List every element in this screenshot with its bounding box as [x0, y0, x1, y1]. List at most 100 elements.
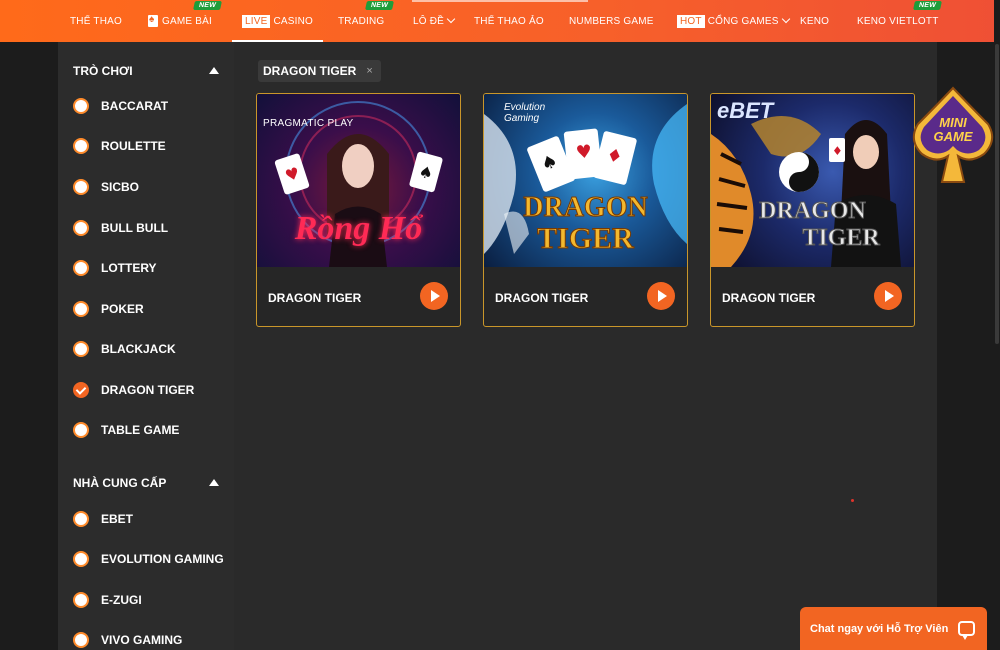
provider-option-label: EVOLUTION GAMING: [101, 552, 224, 566]
game-art-title: Rồng Hổ: [294, 210, 423, 247]
live-pill: LIVE: [242, 14, 271, 28]
nav-keno[interactable]: KENO: [800, 0, 829, 42]
filter-option-blackjack[interactable]: BLACKJACK: [73, 339, 176, 359]
chevron-down-icon: [446, 14, 456, 24]
nav-numbers-game[interactable]: NUMBERS GAME: [569, 0, 654, 42]
provider-logo: PRAGMATIC PLAY: [263, 118, 354, 129]
provider-option-ezugi[interactable]: E-ZUGI: [73, 590, 142, 610]
nav-sports[interactable]: THỂ THAO: [70, 0, 122, 42]
svg-text:♦: ♦: [832, 144, 843, 158]
provider-logo: Evolution Gaming: [504, 102, 546, 124]
radio-icon: [73, 98, 89, 114]
filter-option-label: SICBO: [101, 180, 140, 194]
game-thumbnail[interactable]: ♥ ♠ PRAGMATIC PLAY Rồng Hổ: [257, 94, 460, 267]
provider-option-ebet[interactable]: EBET: [73, 509, 133, 529]
radio-icon: [73, 422, 89, 438]
nav-keno-vietlott[interactable]: KENO VIETLOTT NEW: [857, 0, 942, 42]
filter-option-roulette[interactable]: ROULETTE: [73, 136, 166, 156]
filter-option-label: POKER: [101, 302, 144, 316]
game-thumbnail[interactable]: ♦ eBET DRAGON TIGER: [711, 94, 914, 267]
nav-live-casino[interactable]: LIVE CASINO: [231, 0, 324, 42]
providers-section-title: NHÀ CUNG CẤP: [73, 476, 167, 490]
new-badge: NEW: [365, 1, 394, 10]
chevron-down-icon: [781, 14, 790, 24]
game-card[interactable]: ♥ ♠ PRAGMATIC PLAY Rồng Hổ DRAGON TIGER: [256, 93, 461, 327]
play-button[interactable]: [647, 282, 675, 310]
game-art-title-line2: TIGER: [802, 225, 880, 251]
mini-game-widget[interactable]: MINI GAME: [912, 86, 994, 186]
radio-icon: [73, 551, 89, 567]
collapse-games-icon[interactable]: [209, 67, 219, 74]
checked-radio-icon: [73, 382, 89, 398]
active-filter-chip[interactable]: DRAGON TIGER ×: [258, 60, 381, 82]
game-card-footer: DRAGON TIGER: [711, 267, 914, 326]
radio-icon: [73, 301, 89, 317]
game-card-footer: DRAGON TIGER: [484, 267, 687, 326]
provider-option-vivo[interactable]: VIVO GAMING: [73, 630, 182, 650]
filter-option-label: TABLE GAME: [101, 423, 180, 437]
nav-game-portal[interactable]: HOT CỔNG GAMES: [677, 0, 790, 42]
radio-icon: [73, 260, 89, 276]
play-button[interactable]: [420, 282, 448, 310]
nav-lottery[interactable]: LÔ ĐỀ: [413, 0, 456, 42]
radio-icon: [73, 341, 89, 357]
game-art-title-line1: DRAGON: [523, 192, 648, 223]
filter-option-poker[interactable]: POKER: [73, 299, 144, 319]
nav-keno-label: KENO: [800, 15, 830, 27]
play-button[interactable]: [874, 282, 902, 310]
game-art-title-line1: DRAGON: [759, 198, 867, 224]
game-card[interactable]: ♠ ♥ ♦ Evolution Gaming DRAGON TIGER DRAG…: [483, 93, 688, 327]
nav-card-games-label: GAME BÀI: [162, 15, 212, 27]
game-art-title-line2: TIGER: [537, 222, 635, 255]
nav-game-portal-label: CỔNG GAMES: [707, 15, 779, 27]
hot-pill: HOT: [677, 14, 705, 28]
filter-option-baccarat[interactable]: BACCARAT: [73, 96, 168, 116]
provider-option-evolution[interactable]: EVOLUTION GAMING: [73, 549, 224, 569]
game-card-footer: DRAGON TIGER: [257, 267, 460, 326]
filter-option-table-game[interactable]: TABLE GAME: [73, 420, 179, 440]
game-name: DRAGON TIGER: [495, 291, 589, 305]
provider-option-label: EBET: [101, 512, 134, 526]
nav-trading-label: TRADING: [338, 15, 385, 27]
nav-trading[interactable]: TRADING NEW: [338, 0, 394, 42]
game-card[interactable]: ♦ eBET DRAGON TIGER DRAGON TIGER: [710, 93, 915, 327]
filter-option-lottery[interactable]: LOTTERY: [73, 258, 157, 278]
collapse-providers-icon[interactable]: [209, 479, 219, 486]
nav-keno-vietlott-label: KENO VIETLOTT: [857, 15, 939, 27]
mini-game-line2: GAME: [933, 128, 973, 144]
filter-chip-label: DRAGON TIGER: [263, 64, 357, 78]
svg-text:♥: ♥: [575, 141, 593, 164]
top-navigation: THỂ THAO GAME BÀI NEW LIVE CASINO TRADIN…: [0, 0, 1000, 42]
decorative-dot: [851, 499, 854, 502]
game-name: DRAGON TIGER: [722, 291, 816, 305]
radio-icon: [73, 220, 89, 236]
filter-option-bull-bull[interactable]: BULL BULL: [73, 218, 168, 238]
radio-icon: [73, 138, 89, 154]
provider-logo: eBET: [717, 98, 774, 123]
support-chat-button[interactable]: Chat ngay với Hỗ Trợ Viên: [800, 607, 987, 650]
chat-bubble-icon: [958, 621, 975, 640]
game-thumbnail[interactable]: ♠ ♥ ♦ Evolution Gaming DRAGON TIGER: [484, 94, 687, 267]
scrollbar-thumb[interactable]: [995, 44, 999, 344]
radio-icon: [73, 632, 89, 648]
nav-live-casino-label: CASINO: [273, 15, 314, 27]
radio-icon: [73, 179, 89, 195]
remove-filter-icon[interactable]: ×: [366, 65, 372, 77]
radio-icon: [73, 511, 89, 527]
nav-card-games[interactable]: GAME BÀI NEW: [148, 0, 222, 42]
filter-option-sicbo[interactable]: SICBO: [73, 177, 139, 197]
filter-sidebar: TRÒ CHƠI BACCARAT ROULETTE SICBO BULL BU…: [58, 42, 234, 650]
filter-option-label: BLACKJACK: [101, 342, 176, 356]
filter-option-label: BULL BULL: [101, 221, 169, 235]
filter-option-label: LOTTERY: [101, 261, 157, 275]
filter-option-label: ROULETTE: [101, 139, 166, 153]
nav-numbers-game-label: NUMBERS GAME: [569, 15, 654, 27]
mini-game-line1: MINI: [939, 115, 967, 130]
game-name: DRAGON TIGER: [268, 291, 362, 305]
nav-virtual-sports-label: THỂ THAO ẢO: [474, 15, 544, 27]
filter-option-dragon-tiger[interactable]: DRAGON TIGER: [73, 380, 194, 400]
chat-label: Chat ngay với Hỗ Trợ Viên: [810, 622, 949, 635]
mini-game-label: MINI GAME: [912, 116, 994, 143]
new-badge: NEW: [913, 1, 942, 10]
nav-virtual-sports[interactable]: THỂ THAO ẢO: [474, 0, 544, 42]
